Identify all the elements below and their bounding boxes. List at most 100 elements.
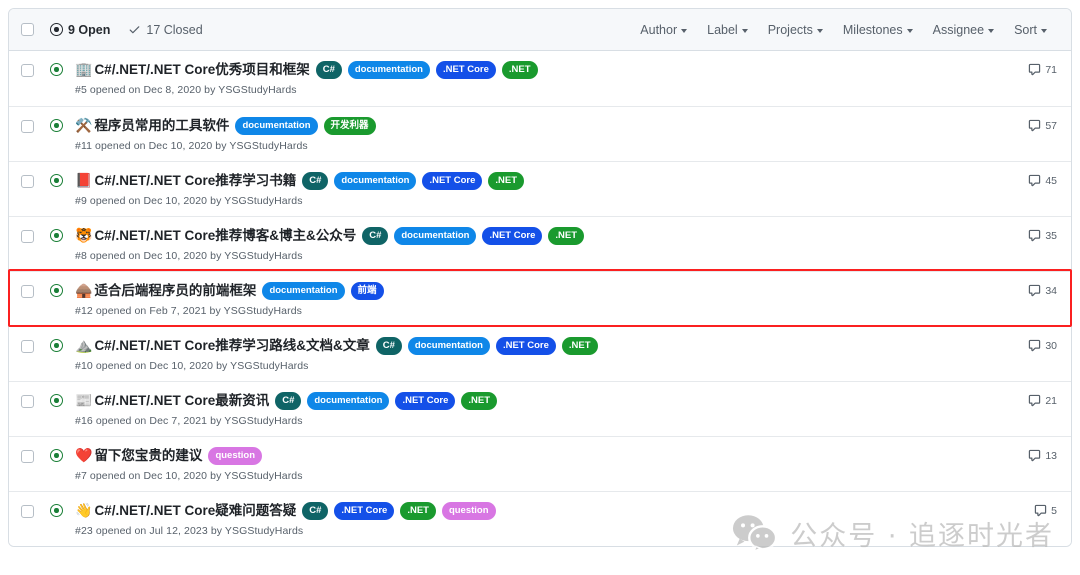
issue-comments[interactable]: 13 [1015, 449, 1057, 462]
issue-label[interactable]: documentation [394, 227, 477, 245]
issue-label[interactable]: .NET Core [495, 337, 556, 355]
row-checkbox[interactable] [21, 450, 34, 463]
issue-label[interactable]: question [208, 447, 263, 465]
filter-author-label: Author [640, 22, 678, 37]
comment-icon [1028, 284, 1041, 297]
issue-comments[interactable]: 21 [1015, 394, 1057, 407]
issue-comments[interactable]: 34 [1015, 284, 1057, 297]
issues-page: 9 Open 17 Closed Author Label Projects M… [0, 0, 1080, 575]
table-row[interactable]: ❤️ 留下您宝贵的建议 question #7 opened on Dec 10, 2… [9, 436, 1071, 491]
closed-issues-filter[interactable]: 17 Closed [128, 23, 203, 37]
issue-title-link[interactable]: C#/.NET/.NET Core推荐学习书籍 [94, 172, 296, 190]
issue-body: 👋 C#/.NET/.NET Core疑难问题答疑 C# .NET Core .NET q… [75, 502, 1015, 537]
issue-label[interactable]: documentation [235, 117, 318, 135]
filter-sort-dropdown[interactable]: Sort [1004, 19, 1057, 41]
row-checkbox[interactable] [21, 395, 34, 408]
table-row[interactable]: 👋 C#/.NET/.NET Core疑难问题答疑 C# .NET Core .NET q… [9, 491, 1071, 546]
issue-title-link[interactable]: C#/.NET/.NET Core推荐博客&博主&公众号 [94, 227, 356, 245]
issue-opened-icon [50, 394, 63, 407]
closed-book-emoji: 📕 [75, 172, 93, 189]
issue-label[interactable]: .NET Core [482, 227, 543, 245]
issue-title-line: ⛰️ C#/.NET/.NET Core推荐学习路线&文档&文章 C# documen… [75, 337, 1015, 355]
issue-label[interactable]: C# [375, 337, 402, 355]
table-row[interactable]: ⛰️ C#/.NET/.NET Core推荐学习路线&文档&文章 C# documen… [9, 326, 1071, 381]
issue-title-line: 🐯 C#/.NET/.NET Core推荐博客&博主&公众号 C# documenta… [75, 227, 1015, 245]
issue-comments[interactable]: 30 [1015, 339, 1057, 352]
table-row[interactable]: 📕 C#/.NET/.NET Core推荐学习书籍 C# documentation.… [9, 161, 1071, 216]
issue-label[interactable]: 开发利器 [323, 117, 376, 135]
issue-comments[interactable]: 45 [1015, 174, 1057, 187]
open-issues-filter[interactable]: 9 Open [50, 23, 110, 37]
issue-meta: #23 opened on Jul 12, 2023 by YSGStudyHa… [75, 524, 304, 537]
table-row[interactable]: 📰 C#/.NET/.NET Core最新资讯 C# documentation .NE… [9, 381, 1071, 436]
issue-label[interactable]: documentation [307, 392, 390, 410]
issue-label[interactable]: .NET [548, 227, 585, 245]
comment-icon [1028, 394, 1041, 407]
comment-count: 21 [1045, 394, 1057, 407]
issue-label[interactable]: question [441, 502, 496, 520]
filter-author-dropdown[interactable]: Author [630, 19, 697, 41]
row-checkbox[interactable] [21, 285, 34, 298]
issue-label[interactable]: documentation [334, 172, 417, 190]
row-checkbox[interactable] [21, 340, 34, 353]
chevron-down-icon [681, 28, 688, 33]
issue-meta: #8 opened on Dec 10, 2020 by YSGStudyHar… [75, 249, 303, 262]
issue-meta: #9 opened on Dec 10, 2020 by YSGStudyHar… [75, 194, 303, 207]
filter-label-dropdown[interactable]: Label [697, 19, 758, 41]
issue-meta: #7 opened on Dec 10, 2020 by YSGStudyHar… [75, 469, 303, 482]
issue-label[interactable]: .NET Core [395, 392, 456, 410]
issue-title-link[interactable]: C#/.NET/.NET Core疑难问题答疑 [94, 502, 296, 520]
row-checkbox[interactable] [21, 120, 34, 133]
issue-label[interactable]: 前端 [350, 282, 384, 300]
issue-body: 📕 C#/.NET/.NET Core推荐学习书籍 C# documentation.… [75, 172, 1015, 207]
issue-label[interactable]: .NET Core [334, 502, 395, 520]
issue-label[interactable]: .NET Core [422, 172, 483, 190]
table-row[interactable]: ⚒️ 程序员常用的工具软件 documentation 开发利器 #11 opened … [9, 106, 1071, 161]
issue-label[interactable]: C# [362, 227, 389, 245]
issue-comments[interactable]: 35 [1015, 229, 1057, 242]
issue-label[interactable]: .NET [488, 172, 525, 190]
filter-milestones-dropdown[interactable]: Milestones [833, 19, 923, 41]
issue-title-link[interactable]: C#/.NET/.NET Core优秀项目和框架 [94, 61, 309, 79]
issue-label[interactable]: documentation [347, 61, 430, 79]
filter-projects-dropdown[interactable]: Projects [758, 19, 833, 41]
comment-icon [1028, 119, 1041, 132]
select-all-checkbox[interactable] [21, 23, 34, 36]
row-checkbox[interactable] [21, 64, 34, 77]
comment-count: 30 [1045, 339, 1057, 352]
row-checkbox[interactable] [21, 230, 34, 243]
issues-filter-bar: Author Label Projects Milestones Assigne… [630, 19, 1057, 41]
issue-title-link[interactable]: 留下您宝贵的建议 [94, 447, 202, 465]
filter-assignee-dropdown[interactable]: Assignee [923, 19, 1004, 41]
issue-label[interactable]: .NET [461, 392, 498, 410]
chevron-down-icon [1041, 28, 1047, 33]
issue-title-link[interactable]: 适合后端程序员的前端框架 [94, 282, 256, 300]
issue-label[interactable]: documentation [262, 282, 345, 300]
table-row[interactable]: 🛖 适合后端程序员的前端框架 documentation 前端 #12 opened o… [9, 271, 1071, 326]
issue-label[interactable]: .NET [400, 502, 436, 520]
issue-title-link[interactable]: C#/.NET/.NET Core推荐学习路线&文档&文章 [94, 337, 369, 355]
comment-count: 34 [1045, 284, 1057, 297]
issue-label[interactable]: C# [302, 172, 329, 190]
issue-label[interactable]: C# [275, 392, 302, 410]
row-checkbox[interactable] [21, 175, 34, 188]
issue-title-link[interactable]: C#/.NET/.NET Core最新资讯 [94, 392, 269, 410]
issue-label[interactable]: .NET [501, 61, 538, 79]
row-checkbox[interactable] [21, 505, 34, 518]
issue-meta: #16 opened on Dec 7, 2021 by YSGStudyHar… [75, 414, 303, 427]
issue-title-link[interactable]: 程序员常用的工具软件 [94, 117, 229, 135]
issue-comments[interactable]: 57 [1015, 119, 1057, 132]
chevron-down-icon [906, 28, 913, 33]
open-issues-count: 9 Open [68, 22, 111, 37]
issue-comments[interactable]: 5 [1015, 504, 1057, 517]
issue-opened-icon [50, 23, 63, 36]
issue-label[interactable]: .NET Core [435, 61, 496, 79]
issue-label[interactable]: C# [315, 61, 342, 79]
table-row[interactable]: 🏢 C#/.NET/.NET Core优秀项目和框架 C# documentation… [9, 51, 1071, 106]
issue-comments[interactable]: 71 [1015, 63, 1057, 76]
issue-label[interactable]: .NET [561, 337, 598, 355]
issue-label[interactable]: documentation [407, 337, 490, 355]
issue-label[interactable]: C# [302, 502, 329, 520]
issue-title-line: 📕 C#/.NET/.NET Core推荐学习书籍 C# documentation.… [75, 172, 1015, 190]
table-row[interactable]: 🐯 C#/.NET/.NET Core推荐博客&博主&公众号 C# documenta… [9, 216, 1071, 271]
